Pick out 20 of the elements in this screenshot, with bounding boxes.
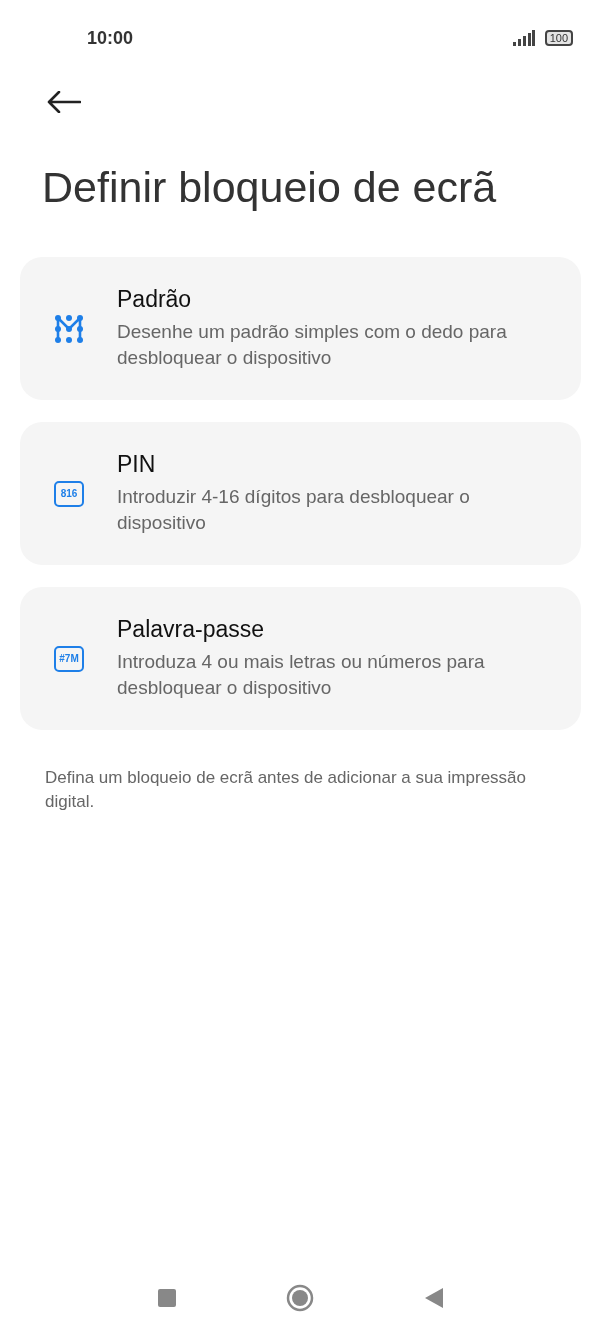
- back-icon[interactable]: [423, 1287, 444, 1309]
- code-icon: #7M: [54, 645, 84, 672]
- battery-level: 100: [544, 30, 573, 46]
- option-title: Padrão: [117, 286, 193, 313]
- code-icon: 816: [54, 480, 84, 507]
- option-description: Introduza 4 ou mais letras ou números para desbloquear o dispositivo: [117, 650, 486, 700]
- lock-option-card[interactable]: Padrão Desenhe um padrão simples com o dedo para desbloquear o dispositivo: [20, 257, 581, 400]
- info-text: Defina um bloqueio de ecrã antes de adicionar a sua impressão digital.: [45, 767, 527, 813]
- page-title: Definir bloqueio de ecrã: [42, 162, 498, 213]
- lock-option-card[interactable]: #7M Palavra-passe Introduza 4 ou mais letras ou números para desbloquear o dispositivo: [20, 587, 581, 730]
- option-description: Desenhe um padrão simples com o dedo para desbloquear o dispositivo: [117, 320, 508, 370]
- back-arrow-icon[interactable]: [47, 91, 81, 113]
- home-icon[interactable]: [285, 1284, 314, 1312]
- clock-time: 10:00: [87, 27, 134, 49]
- signal-icon: [512, 30, 535, 46]
- lock-option-card[interactable]: 816 PIN Introduzir 4-16 dígitos para desbloquear o dispositivo: [20, 422, 581, 565]
- option-title: PIN: [117, 451, 157, 478]
- option-title: Palavra-passe: [117, 616, 266, 643]
- recents-icon[interactable]: [157, 1289, 176, 1307]
- option-description: Introduzir 4-16 dígitos para desbloquear o dispositivo: [117, 485, 471, 535]
